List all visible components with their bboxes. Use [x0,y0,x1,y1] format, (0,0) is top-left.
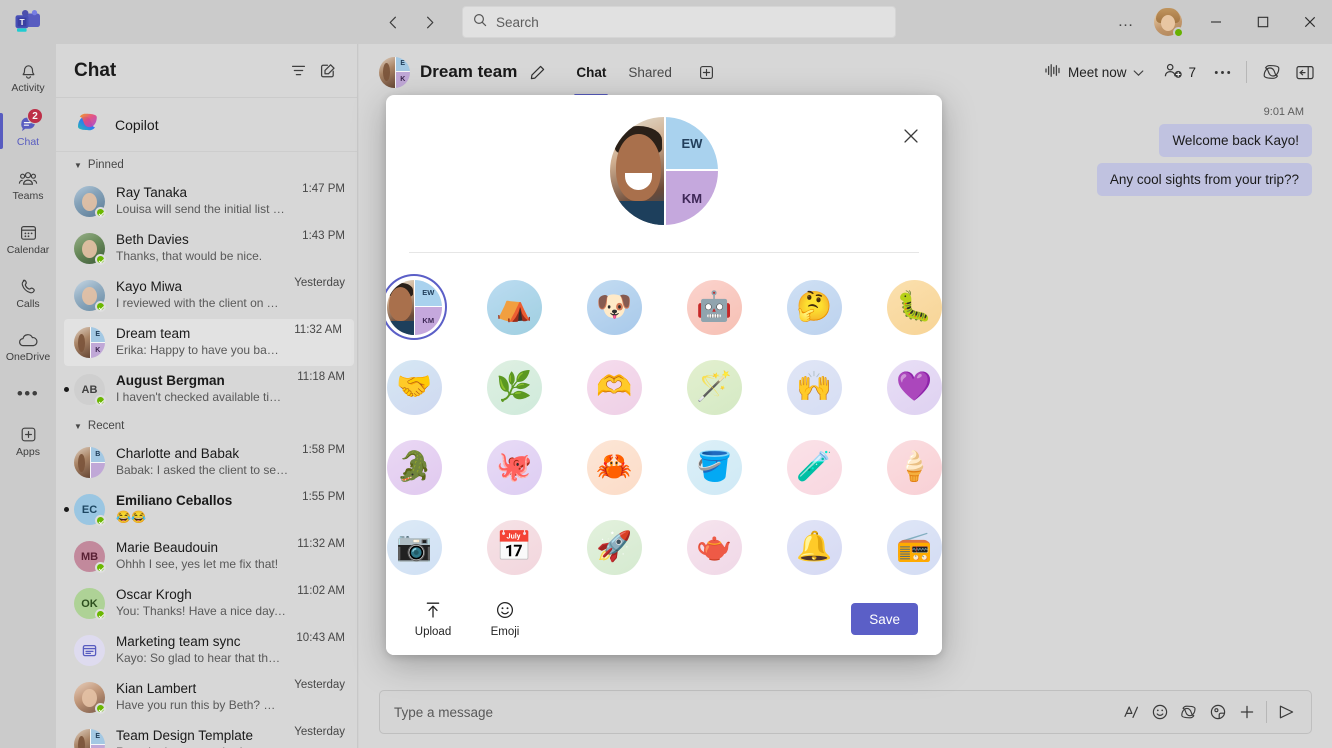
avatar-option[interactable]: EW KM [386,274,447,340]
bug-icon: 🐛 [886,279,942,335]
avatar-picker-dialog: EW KM EWKM⛺🐶🤖🤔🐛🤝🌿🫶🪄🙌💜🐊🐙🦀🪣🧪🍦📷📅🚀🫖🔔📻❤️🎞🎈📱🎸🎬… [386,95,942,655]
presence-available-icon [95,301,106,312]
dialog-footer: Upload Emoji Save [386,583,942,655]
avatar-option[interactable]: 🫶 [581,354,647,420]
avatar-option[interactable]: 🙌 [781,354,847,420]
dog-face-icon: 🐶 [586,279,642,335]
current-group-avatar: EW KM [386,279,442,335]
presence-available-icon [95,703,106,714]
avatar-quadrant-initials-bottom: KM [664,171,718,225]
presence-available-icon [95,562,106,573]
avatar-option[interactable]: 💜 [881,354,942,420]
avatar-option[interactable]: 🪄 [681,354,747,420]
emoji-icon [495,600,515,623]
boombox-icon: 📻 [886,519,942,575]
high-five-icon: 🙌 [786,359,842,415]
presence-available-icon [95,609,106,620]
rocket-icon: 🚀 [586,519,642,575]
avatar-option[interactable]: 🦀 [581,434,647,500]
avatar-option[interactable]: 🔔 [781,514,847,580]
avatar-option[interactable]: 🚀 [581,514,647,580]
avatar-option[interactable]: 🐶 [581,274,647,340]
avatar-option[interactable]: 🪣 [681,434,747,500]
avatar-quadrant-initials-top: EW [664,117,718,171]
avatar-option[interactable]: 🐛 [881,274,942,340]
monster-icecream-icon: 🍦 [886,439,942,495]
avatar-option[interactable]: 🫖 [681,514,747,580]
monster-bucket-icon: 🪣 [686,439,742,495]
teacup-icon: 🫖 [686,519,742,575]
bell-notification-icon: 🔔 [786,519,842,575]
close-icon[interactable] [896,121,926,151]
avatar-option[interactable]: 🤝 [386,354,447,420]
avatar-option[interactable]: 📅 [481,514,547,580]
camera-icon: 📷 [386,519,442,575]
avatar-option[interactable]: 📷 [386,514,447,580]
calendar-blocks-icon: 📅 [486,519,542,575]
avatar-option[interactable]: 🐊 [386,434,447,500]
avatar-option[interactable]: 🍦 [881,434,942,500]
presence-available-icon [95,515,106,526]
handshake-teamwork-icon: 🤝 [386,359,442,415]
avatar-grid: EWKM⛺🐶🤖🤔🐛🤝🌿🫶🪄🙌💜🐊🐙🦀🪣🧪🍦📷📅🚀🫖🔔📻❤️🎞🎈📱🎸🎬 [386,253,942,583]
robot-icon: 🤖 [686,279,742,335]
upload-button[interactable]: Upload [410,600,456,638]
avatar-option[interactable]: 📻 [881,514,942,580]
monster-octopus-icon: 🐙 [486,439,542,495]
plant-care-icon: 🌿 [486,359,542,415]
avatar-option[interactable]: 🤔 [781,274,847,340]
emoji-button[interactable]: Emoji [482,600,528,638]
avatar-option[interactable]: 🐙 [481,434,547,500]
upload-icon [423,600,443,623]
avatar-preview-section: EW KM [386,95,942,252]
camping-tent-icon: ⛺ [486,279,542,335]
avatar-option[interactable]: ⛺ [481,274,547,340]
thinking-face-icon: 🤔 [786,279,842,335]
teams-app-window: T Search … Activity 2 Chat Teams Calenda… [0,0,1332,748]
avatar-grid-scroll[interactable]: EWKM⛺🐶🤖🤔🐛🤝🌿🫶🪄🙌💜🐊🐙🦀🪣🧪🍦📷📅🚀🫖🔔📻❤️🎞🎈📱🎸🎬 [386,253,942,583]
monster-crab-icon: 🦀 [586,439,642,495]
avatar-preview: EW KM [610,117,718,225]
monster-crocodile-icon: 🐊 [386,439,442,495]
avatar-option[interactable]: 🧪 [781,434,847,500]
avatar-option[interactable]: 🌿 [481,354,547,420]
save-button[interactable]: Save [851,603,918,635]
avatar-option[interactable]: 🤖 [681,274,747,340]
hands-heart-icon: 🫶 [586,359,642,415]
heart-hands-icon: 💜 [886,359,942,415]
emoji-label: Emoji [490,626,520,638]
magic-wand-icon: 🪄 [686,359,742,415]
presence-available-icon [95,207,106,218]
presence-available-icon [95,395,106,406]
presence-available-icon [95,254,106,265]
upload-label: Upload [414,626,452,638]
monster-potion-icon: 🧪 [786,439,842,495]
